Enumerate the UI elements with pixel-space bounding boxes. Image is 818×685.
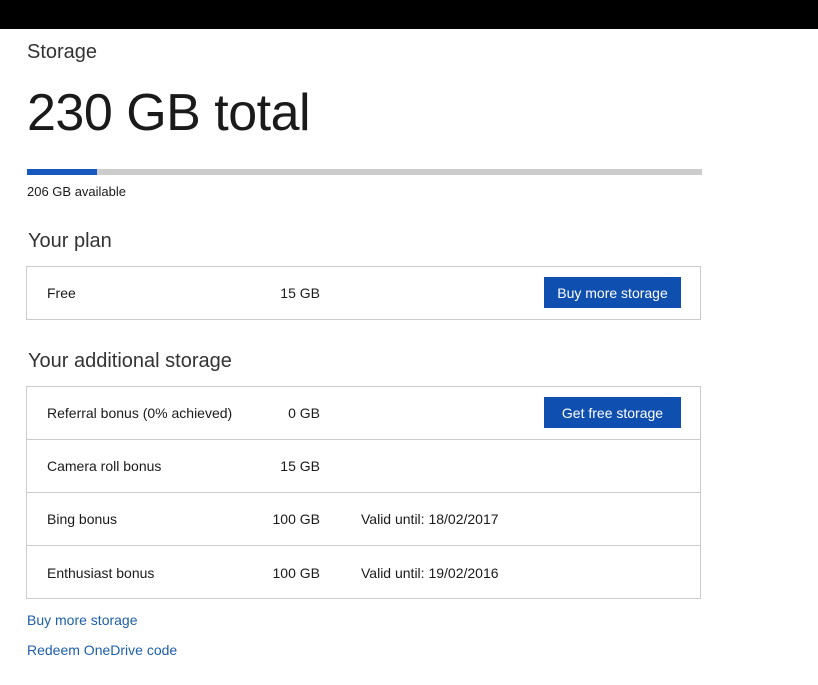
storage-row-name: Camera roll bonus (47, 458, 162, 474)
storage-row-valid-until: Valid until: 19/02/2016 (361, 564, 499, 581)
storage-row-size: 100 GB (272, 564, 320, 581)
page-title: Storage (27, 41, 98, 63)
plan-name: Free (47, 285, 76, 301)
plan-heading: Your plan (28, 230, 112, 252)
plan-size: 15 GB (280, 285, 320, 301)
get-free-storage-button[interactable]: Get free storage (544, 397, 681, 428)
plan-panel: Free 15 GB Buy more storage (26, 266, 701, 320)
additional-storage-panel: Referral bonus (0% achieved) 0 GB Get fr… (26, 386, 701, 599)
total-storage-heading: 230 GB total (27, 84, 311, 142)
available-storage-text: 206 GB available (27, 184, 127, 199)
storage-row-valid-until: Valid until: 18/02/2017 (361, 511, 499, 527)
window-top-bar (0, 0, 818, 29)
storage-row-size: 0 GB (288, 405, 320, 421)
redeem-onedrive-code-link[interactable]: Redeem OneDrive code (27, 642, 177, 658)
storage-row-bing: Bing bonus 100 GB Valid until: 18/02/201… (27, 493, 700, 546)
storage-row-name: Bing bonus (47, 511, 118, 527)
storage-row-name: Enthusiast bonus (47, 564, 155, 581)
storage-row-enthusiast: Enthusiast bonus 100 GB Valid until: 19/… (27, 546, 700, 599)
storage-usage-bar (27, 169, 702, 175)
buy-more-storage-button[interactable]: Buy more storage (544, 277, 681, 308)
storage-usage-fill (27, 169, 98, 175)
storage-row-name: Referral bonus (0% achieved) (47, 405, 233, 421)
storage-row-size: 100 GB (272, 511, 320, 527)
storage-row-size: 15 GB (280, 458, 320, 474)
storage-row-camera-roll: Camera roll bonus 15 GB (27, 440, 700, 493)
buy-more-storage-link[interactable]: Buy more storage (27, 612, 138, 628)
storage-row-referral: Referral bonus (0% achieved) 0 GB Get fr… (27, 387, 700, 440)
plan-row: Free 15 GB Buy more storage (27, 267, 700, 319)
additional-storage-heading: Your additional storage (28, 350, 232, 372)
